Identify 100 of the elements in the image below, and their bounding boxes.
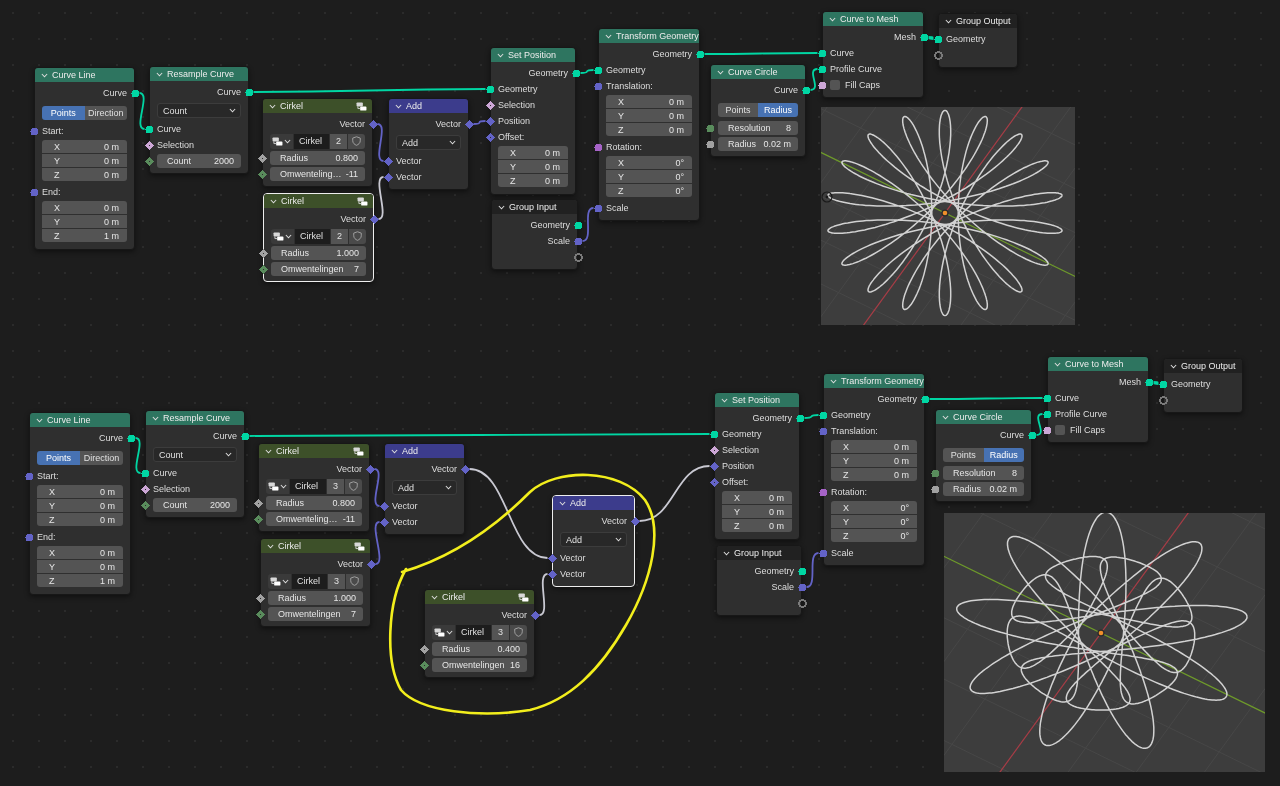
number-field[interactable]: Y 0 m [37, 560, 123, 573]
socket-circle-icon[interactable] [240, 431, 250, 441]
chevron-icon[interactable] [723, 550, 730, 556]
number-field[interactable]: X 0° [831, 501, 917, 514]
socket-circle-icon[interactable] [244, 87, 254, 97]
number-field[interactable]: Z 0° [606, 184, 692, 197]
node-card[interactable]: Cirkel Vector Cirkel 2 Radius 0.800 Omwenteling… -11 [262, 98, 373, 187]
checkbox[interactable] [1055, 425, 1065, 435]
socket-circle-icon[interactable] [801, 85, 811, 95]
name-field[interactable]: Cirkel [456, 624, 491, 640]
socket-circle-icon[interactable] [930, 468, 940, 478]
socket-dotted-diamond-icon[interactable] [257, 153, 267, 163]
socket-circle-icon[interactable] [933, 34, 943, 44]
chevron-icon[interactable] [945, 18, 952, 24]
number-field[interactable]: Y 0 m [498, 160, 568, 173]
socket-circle-icon[interactable] [817, 48, 827, 58]
dropdown-menu[interactable]: Add [392, 480, 457, 495]
number-field[interactable]: Resolution 8 [943, 466, 1024, 480]
socket-dotted-diamond-icon[interactable] [419, 644, 429, 654]
mode-option[interactable]: Radius [758, 103, 798, 117]
socket-dotted-diamond-icon[interactable] [419, 660, 429, 670]
socket-circle-icon[interactable] [1144, 377, 1154, 387]
number-field[interactable]: Radius 0.02 m [718, 137, 798, 151]
number-field[interactable]: Z 0 m [498, 174, 568, 187]
socket-circle-icon[interactable] [705, 123, 715, 133]
socket-diamond-icon[interactable] [630, 516, 640, 526]
socket-dotted-diamond-icon[interactable] [140, 500, 150, 510]
node-card[interactable]: Curve to Mesh Mesh Curve Profile Curve Fill Caps [1047, 356, 1149, 443]
socket-dotted-diamond-icon[interactable] [485, 132, 495, 142]
dropdown-menu[interactable]: Count [153, 447, 237, 462]
socket-circle-icon[interactable] [140, 468, 150, 478]
number-field[interactable]: Omwentelingen 7 [271, 262, 366, 276]
node-card[interactable]: Curve Circle Curve Points Radius Resolution 8 Radius 0.02 m [710, 64, 806, 157]
number-field[interactable]: Z 0 m [831, 468, 917, 481]
socket-circle-icon[interactable] [593, 142, 603, 152]
shield-button[interactable] [510, 624, 527, 640]
browse-button[interactable] [266, 478, 289, 494]
shield-button[interactable] [346, 573, 363, 589]
shield-button[interactable] [345, 478, 362, 494]
socket-dotted-diamond-icon[interactable] [140, 484, 150, 494]
shield-button[interactable] [348, 133, 365, 149]
number-field[interactable]: Omwentelingen 7 [268, 607, 363, 621]
number-field[interactable]: Y 0 m [722, 505, 792, 518]
node-card[interactable]: Cirkel Vector Cirkel 3 Radius 1.000 Omwentelingen 7 [260, 538, 371, 627]
user-count-button[interactable]: 3 [328, 573, 345, 589]
number-field[interactable]: Y 0 m [37, 499, 123, 512]
node-card[interactable]: Curve Line Curve Points Direction Start: X 0 m Y 0 m Z 0 m End: X 0 m Y 0 m Z 1 m [29, 412, 131, 595]
socket-circle-icon[interactable] [1158, 379, 1168, 389]
mode-option[interactable]: Points [37, 451, 80, 465]
socket-dotted-diamond-icon[interactable] [144, 156, 154, 166]
name-field[interactable]: Cirkel [295, 228, 330, 244]
number-field[interactable]: Z 1 m [37, 574, 123, 587]
mode-option[interactable]: Direction [80, 451, 123, 465]
socket-dotted-diamond-icon[interactable] [709, 445, 719, 455]
shield-button[interactable] [349, 228, 366, 244]
number-field[interactable]: Count 2000 [153, 498, 237, 512]
socket-circle-icon[interactable] [818, 487, 828, 497]
node-card[interactable]: Add Vector Add Vector Vector [384, 443, 465, 535]
socket-dotted-diamond-icon[interactable] [258, 248, 268, 258]
chevron-icon[interactable] [395, 103, 402, 109]
number-field[interactable]: Z 0 m [42, 168, 127, 181]
socket-circle-icon[interactable] [817, 64, 827, 74]
name-field[interactable]: Cirkel [290, 478, 326, 494]
socket-dotted-diamond-icon[interactable] [253, 498, 263, 508]
chevron-icon[interactable] [267, 543, 274, 549]
number-field[interactable]: X 0 m [831, 440, 917, 453]
number-field[interactable]: Y 0 m [42, 215, 127, 228]
chevron-icon[interactable] [270, 198, 277, 204]
number-field[interactable]: Z 0 m [606, 123, 692, 136]
number-field[interactable]: Z 0° [831, 529, 917, 542]
chevron-icon[interactable] [498, 204, 505, 210]
node-card[interactable]: Resample Curve Curve Count Curve Selection Count 2000 [145, 410, 245, 518]
chevron-icon[interactable] [265, 448, 272, 454]
user-count-button[interactable]: 3 [492, 624, 509, 640]
socket-circle-icon[interactable] [571, 68, 581, 78]
socket-circle-icon[interactable] [1042, 425, 1052, 435]
number-field[interactable]: X 0 m [37, 485, 123, 498]
socket-circle-icon[interactable] [130, 88, 140, 98]
number-field[interactable]: X 0° [606, 156, 692, 169]
number-field[interactable]: Radius 0.400 [432, 642, 527, 656]
chevron-icon[interactable] [269, 103, 276, 109]
number-field[interactable]: X 0 m [42, 201, 127, 214]
socket-circle-icon[interactable] [144, 124, 154, 134]
chevron-icon[interactable] [1170, 363, 1177, 369]
number-field[interactable]: X 0 m [37, 546, 123, 559]
socket-circle-icon[interactable] [573, 220, 583, 230]
socket-circle-icon[interactable] [797, 566, 807, 576]
socket-circle-icon[interactable] [930, 484, 940, 494]
chevron-icon[interactable] [431, 594, 438, 600]
socket-ring-icon[interactable] [933, 50, 943, 60]
socket-circle-icon[interactable] [695, 49, 705, 59]
socket-dotted-diamond-icon[interactable] [709, 477, 719, 487]
socket-circle-icon[interactable] [485, 84, 495, 94]
socket-circle-icon[interactable] [1027, 430, 1037, 440]
mode-option[interactable]: Radius [983, 448, 1024, 462]
number-field[interactable]: Y 0 m [831, 454, 917, 467]
number-field[interactable]: Z 0 m [37, 513, 123, 526]
node-card[interactable]: Add Vector Add Vector Vector [552, 495, 635, 587]
number-field[interactable]: Count 2000 [157, 154, 241, 168]
socket-dotted-diamond-icon[interactable] [255, 609, 265, 619]
